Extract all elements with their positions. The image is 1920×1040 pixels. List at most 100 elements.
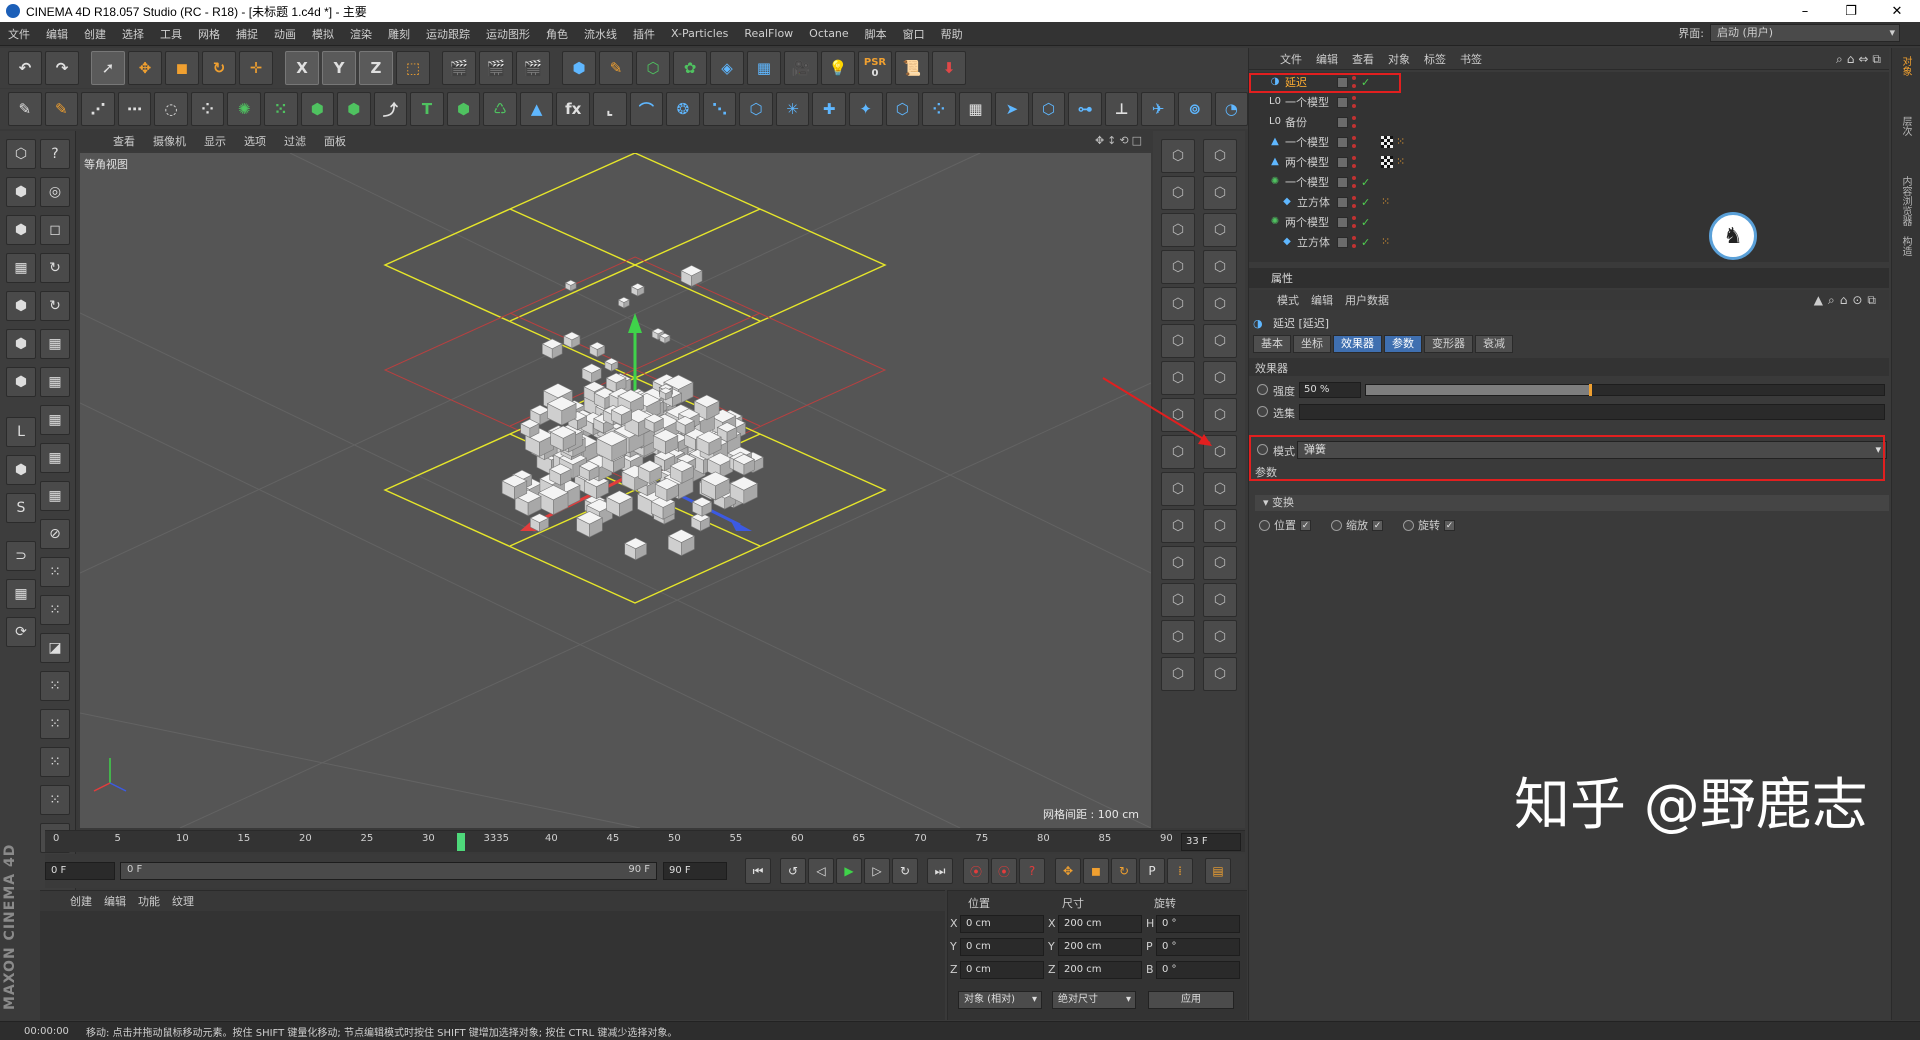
rotate-tool-button[interactable]: ↻ — [202, 51, 236, 85]
array-button[interactable]: ✿ — [673, 51, 707, 85]
menu-item[interactable]: X-Particles — [663, 27, 736, 40]
strength-slider[interactable] — [1365, 384, 1885, 396]
attr-tab[interactable]: 参数 — [1384, 335, 1422, 353]
mograph-side-button[interactable]: ⬡ — [1161, 435, 1195, 469]
left-tool-button[interactable]: ⁙ — [40, 709, 70, 739]
menu-item[interactable]: 运动图形 — [478, 26, 538, 42]
menu-item[interactable]: 渲染 — [342, 26, 380, 42]
left-tool-button[interactable]: ⁙ — [40, 671, 70, 701]
end-frame-field[interactable]: 90 F — [663, 862, 727, 880]
visibility-dots[interactable] — [1352, 236, 1357, 248]
mograph-side-button[interactable]: ⬡ — [1203, 583, 1237, 617]
object-edit-flag[interactable] — [1337, 216, 1348, 228]
apply-button[interactable]: 应用 — [1148, 991, 1234, 1009]
mograph-side-button[interactable]: ⬡ — [1203, 361, 1237, 395]
object-manager-menu-item[interactable]: 书签 — [1453, 51, 1489, 67]
cube-primitive-button[interactable]: ⬢ — [562, 51, 596, 85]
mograph-tool-button[interactable]: ⊚ — [1178, 92, 1212, 126]
texture-tag-icon[interactable] — [1381, 156, 1393, 168]
mograph-side-button[interactable]: ⬡ — [1161, 657, 1195, 691]
mograph-side-button[interactable]: ⬡ — [1203, 546, 1237, 580]
render-view-button[interactable]: 🎬 — [442, 51, 476, 85]
mograph-side-button[interactable]: ⬡ — [1203, 213, 1237, 247]
left-tool-button[interactable]: ⊘ — [40, 519, 70, 549]
mograph-side-button[interactable]: ⬡ — [1203, 472, 1237, 506]
plugin-download-button[interactable]: ⬇ — [932, 51, 966, 85]
mograph-side-button[interactable]: ⬡ — [1161, 324, 1195, 358]
size-field[interactable]: 200 cm — [1058, 915, 1142, 933]
object-edit-flag[interactable] — [1337, 236, 1348, 248]
mograph-tool-button[interactable]: ⬢ — [446, 92, 481, 126]
mograph-side-button[interactable]: ⬡ — [1203, 176, 1237, 210]
mograph-tool-button[interactable]: ⌞ — [593, 92, 627, 126]
left-tool-button[interactable]: ⁙ — [40, 747, 70, 777]
object-manager-tools[interactable]: ⌕⌂⇔⧉ — [1836, 52, 1885, 67]
scale-tool-button[interactable]: ◼ — [165, 51, 199, 85]
material-menu-item[interactable]: 编辑 — [98, 893, 132, 909]
timeline-window-button[interactable]: ▤ — [1205, 858, 1231, 884]
redo-button[interactable]: ↷ — [45, 51, 79, 85]
object-row[interactable]: ✺ 两个模型 ✓ — [1249, 212, 1889, 232]
attributes-menu-item[interactable]: 用户数据 — [1339, 292, 1395, 308]
visibility-dots[interactable] — [1352, 216, 1357, 228]
mograph-tool-button[interactable]: ⋯ — [117, 92, 152, 126]
mograph-tool-button[interactable]: ⊥ — [1104, 92, 1139, 126]
mograph-side-button[interactable]: ⬡ — [1161, 139, 1195, 173]
mograph-side-button[interactable]: ⬡ — [1203, 287, 1237, 321]
left-tool-button[interactable]: S — [6, 493, 36, 523]
mograph-tool-button[interactable]: ⊶ — [1068, 92, 1102, 126]
position-checkbox[interactable]: ✓ — [1300, 519, 1311, 531]
mograph-tool-button[interactable]: ⬢ — [300, 92, 335, 126]
mograph-selection-tag-icon[interactable]: ⁙ — [1396, 156, 1408, 168]
mograph-side-button[interactable]: ⬡ — [1203, 509, 1237, 543]
coordinate-system-button[interactable]: ⬚ — [396, 51, 430, 85]
left-tool-button[interactable]: ? — [40, 139, 70, 169]
mograph-tool-button[interactable]: ⬡ — [1031, 92, 1066, 126]
mograph-tool-button[interactable]: ⬢ — [337, 92, 371, 126]
mograph-side-button[interactable]: ⬡ — [1161, 546, 1195, 580]
mograph-tool-button[interactable]: ▲ — [519, 92, 554, 126]
selection-link-field[interactable] — [1299, 404, 1885, 420]
strength-animate-radio[interactable] — [1257, 384, 1268, 395]
live-selection-button[interactable]: ➚ — [91, 51, 125, 85]
key-rotation-button[interactable]: ↻ — [1111, 858, 1137, 884]
render-picture-viewer-button[interactable]: 🎬 — [479, 51, 513, 85]
mograph-tool-button[interactable]: ⋱ — [702, 92, 737, 126]
layout-select[interactable]: 启动 (用户) — [1710, 24, 1900, 42]
attr-tab[interactable]: 基本 — [1253, 335, 1291, 353]
left-tool-button[interactable]: ↻ — [40, 253, 70, 283]
mograph-selection-tag-icon[interactable]: ⁙ — [1381, 196, 1393, 208]
enabled-check-icon[interactable]: ✓ — [1361, 236, 1370, 249]
object-manager-menu-item[interactable]: 标签 — [1417, 51, 1453, 67]
scale-check[interactable]: 缩放 ✓ — [1331, 517, 1383, 533]
next-frame-button[interactable]: ▷ — [864, 858, 890, 884]
position-animate-radio[interactable] — [1259, 519, 1270, 531]
mograph-side-button[interactable]: ⬡ — [1161, 398, 1195, 432]
mograph-tool-button[interactable]: ✎ — [44, 92, 79, 126]
rotation-checkbox[interactable]: ✓ — [1444, 519, 1455, 531]
deformer-button[interactable]: ◈ — [710, 51, 744, 85]
menu-item[interactable]: 插件 — [625, 26, 663, 42]
coord-size-mode-select[interactable]: 绝对尺寸 — [1052, 991, 1136, 1009]
attributes-tools[interactable]: ▲⌕⌂⊙⧉ — [1814, 293, 1881, 308]
mograph-tool-button[interactable]: ♺ — [483, 92, 517, 126]
menu-item[interactable]: 网格 — [190, 26, 228, 42]
object-edit-flag[interactable] — [1337, 96, 1348, 108]
left-tool-button[interactable]: ⬢ — [6, 455, 36, 485]
rotation-animate-radio[interactable] — [1403, 519, 1414, 531]
previous-frame-button[interactable]: ◁ — [808, 858, 834, 884]
left-tool-button[interactable]: ▦ — [40, 405, 70, 435]
play-button[interactable]: ▶ — [836, 858, 862, 884]
visibility-dots[interactable] — [1352, 176, 1357, 188]
start-frame-field[interactable]: 0 F — [45, 862, 115, 880]
left-tool-button[interactable]: ⬢ — [6, 215, 36, 245]
mograph-tool-button[interactable]: ◌ — [154, 92, 188, 126]
mograph-tool-button[interactable]: ▦ — [958, 92, 993, 126]
mograph-side-button[interactable]: ⬡ — [1161, 361, 1195, 395]
menu-item[interactable]: 脚本 — [857, 26, 895, 42]
left-tool-button[interactable]: ▦ — [40, 329, 70, 359]
visibility-dots[interactable] — [1352, 116, 1357, 128]
mograph-tool-button[interactable]: ⁘ — [922, 92, 956, 126]
object-edit-flag[interactable] — [1337, 156, 1348, 168]
size-field[interactable]: 200 cm — [1058, 938, 1142, 956]
